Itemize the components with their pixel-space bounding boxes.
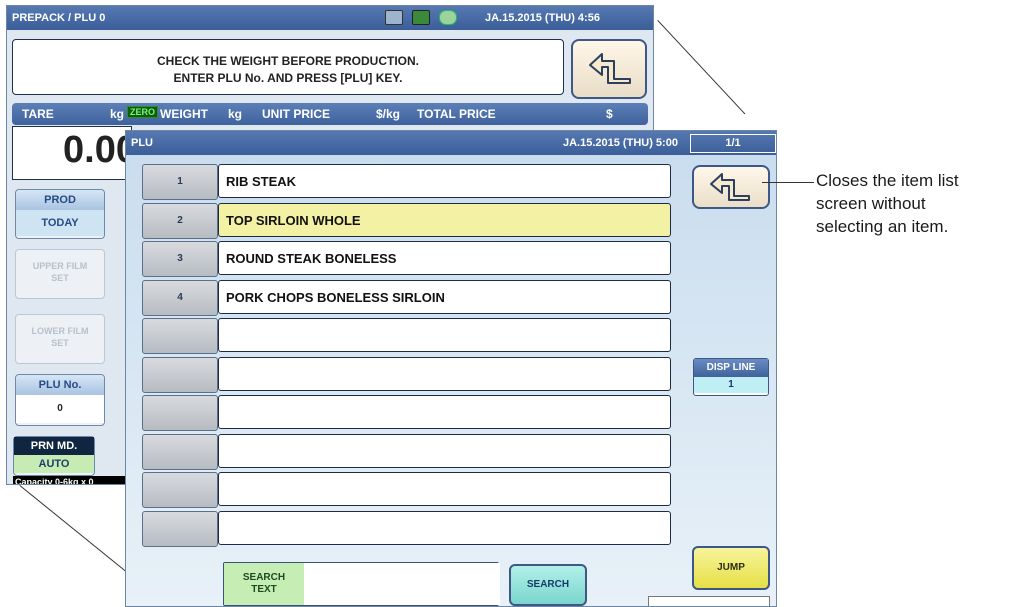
- tare-label: TARE: [22, 107, 54, 121]
- return-arrow-icon: [710, 173, 750, 201]
- upper-film-line2: SET: [51, 273, 69, 283]
- item-name: RIB STEAK: [218, 164, 671, 198]
- search-text-line2: TEXT: [251, 584, 277, 595]
- item-name: [218, 356, 671, 391]
- monitor-icon: [385, 10, 403, 25]
- prod-button[interactable]: PROD TODAY: [15, 189, 105, 239]
- plu-no-label: PLU No.: [16, 375, 104, 395]
- list-item[interactable]: 4 PORK CHOPS BONELESS SIRLOIN: [142, 279, 671, 316]
- corner-box: [648, 596, 770, 606]
- search-text-line1: SEARCH: [242, 572, 286, 583]
- prod-value: TODAY: [16, 210, 104, 236]
- item-number: [142, 318, 218, 354]
- search-button[interactable]: SEARCH: [509, 564, 587, 606]
- back-title-bar: PREPACK / PLU 0 JA.15.2015 (THU) 4:56: [7, 6, 653, 30]
- upper-film-line1: UPPER FILM: [32, 261, 88, 271]
- item-name: [218, 510, 671, 545]
- front-datetime: JA.15.2015 (THU) 5:00: [563, 137, 678, 149]
- back-datetime: JA.15.2015 (THU) 4:56: [485, 12, 600, 24]
- callout-line-3: selecting an item.: [816, 217, 949, 236]
- message-line-2: ENTER PLU No. AND PRESS [PLU] KEY.: [173, 71, 403, 85]
- item-list: 1 RIB STEAK 2 TOP SIRLOIN WHOLE 3 ROUND STEAK…: [142, 164, 671, 548]
- item-number: [142, 510, 218, 547]
- item-number: [142, 472, 218, 508]
- callout-line-1: Closes the item list: [816, 171, 959, 190]
- plu-no-button[interactable]: PLU No. 0: [15, 374, 105, 426]
- item-name: [218, 318, 671, 352]
- unit-price-unit: $/kg: [376, 107, 401, 121]
- list-item[interactable]: [142, 318, 671, 354]
- disp-line-value: 1: [694, 377, 768, 393]
- plu-item-list-screen: PLU JA.15.2015 (THU) 5:00 1/1 1 RIB STEAK…: [125, 130, 777, 607]
- battery-icon: [412, 10, 431, 25]
- instruction-message: CHECK THE WEIGHT BEFORE PRODUCTION. ENTE…: [12, 39, 564, 95]
- weight-header: TARE kg ZERO WEIGHT kg UNIT PRICE $/kg T…: [12, 103, 648, 125]
- item-name: TOP SIRLOIN WHOLE: [218, 202, 671, 237]
- total-price-label: TOTAL PRICE: [417, 107, 496, 121]
- list-item[interactable]: 3 ROUND STEAK BONELESS: [142, 241, 671, 277]
- network-icon: [439, 10, 458, 25]
- zero-indicator: ZERO: [127, 106, 159, 118]
- leader-line-bottom: [19, 485, 137, 581]
- list-item[interactable]: [142, 395, 671, 431]
- page-indicator: 1/1: [690, 134, 776, 153]
- front-screen-title: PLU: [131, 137, 153, 149]
- disp-line-button[interactable]: DISP LINE 1: [693, 358, 769, 396]
- list-item[interactable]: [142, 356, 671, 393]
- item-number: 2: [142, 202, 218, 239]
- prn-md-value: AUTO: [14, 455, 94, 473]
- return-button[interactable]: [692, 165, 770, 209]
- leader-line-top: [657, 20, 746, 115]
- item-number: 3: [142, 241, 218, 277]
- jump-button[interactable]: JUMP: [692, 546, 770, 590]
- item-name: [218, 395, 671, 429]
- prod-label: PROD: [16, 190, 104, 210]
- item-number: [142, 356, 218, 393]
- list-item[interactable]: [142, 472, 671, 508]
- capacity-text: Capacity 0-6kg x 0: [13, 476, 131, 484]
- tare-display: 0.00: [12, 126, 137, 180]
- search-text-label: SEARCH TEXT: [224, 563, 304, 605]
- item-name: ROUND STEAK BONELESS: [218, 241, 671, 275]
- message-line-1: CHECK THE WEIGHT BEFORE PRODUCTION.: [156, 54, 419, 68]
- list-item[interactable]: [142, 433, 671, 470]
- item-name: [218, 472, 671, 506]
- back-screen-title: PREPACK / PLU 0: [12, 12, 106, 24]
- front-title-bar: PLU JA.15.2015 (THU) 5:00 1/1: [126, 131, 776, 155]
- callout-line-2: screen without: [816, 194, 926, 213]
- list-item[interactable]: 1 RIB STEAK: [142, 164, 671, 200]
- list-item[interactable]: 2 TOP SIRLOIN WHOLE: [142, 202, 671, 239]
- status-icons: [385, 10, 463, 25]
- item-number: [142, 395, 218, 431]
- prn-md-button[interactable]: PRN MD. AUTO: [13, 436, 95, 476]
- item-name: [218, 433, 671, 468]
- plu-no-value: 0: [16, 395, 104, 423]
- item-number: 4: [142, 279, 218, 316]
- search-text-panel: SEARCH TEXT: [223, 562, 500, 606]
- lower-film-line2: SET: [51, 338, 69, 348]
- back-return-button[interactable]: [571, 39, 647, 99]
- weight-label: WEIGHT: [160, 107, 208, 121]
- search-text-input[interactable]: [306, 563, 500, 605]
- item-number: [142, 433, 218, 470]
- upper-film-set-button[interactable]: UPPER FILM SET: [15, 249, 105, 299]
- total-price-unit: $: [606, 107, 613, 121]
- prn-md-label: PRN MD.: [14, 437, 94, 455]
- lower-film-line1: LOWER FILM: [31, 326, 89, 336]
- callout-text: Closes the item list screen without sele…: [816, 169, 959, 238]
- unit-price-label: UNIT PRICE: [262, 107, 331, 121]
- item-name: PORK CHOPS BONELESS SIRLOIN: [218, 279, 671, 314]
- callout-pointer-line: [762, 182, 814, 183]
- return-arrow-icon: [589, 53, 631, 84]
- tare-unit: kg: [110, 107, 125, 121]
- item-number: 1: [142, 164, 218, 200]
- weight-unit: kg: [228, 107, 243, 121]
- lower-film-set-button[interactable]: LOWER FILM SET: [15, 314, 105, 364]
- disp-line-label: DISP LINE: [694, 359, 768, 377]
- list-item[interactable]: [142, 510, 671, 547]
